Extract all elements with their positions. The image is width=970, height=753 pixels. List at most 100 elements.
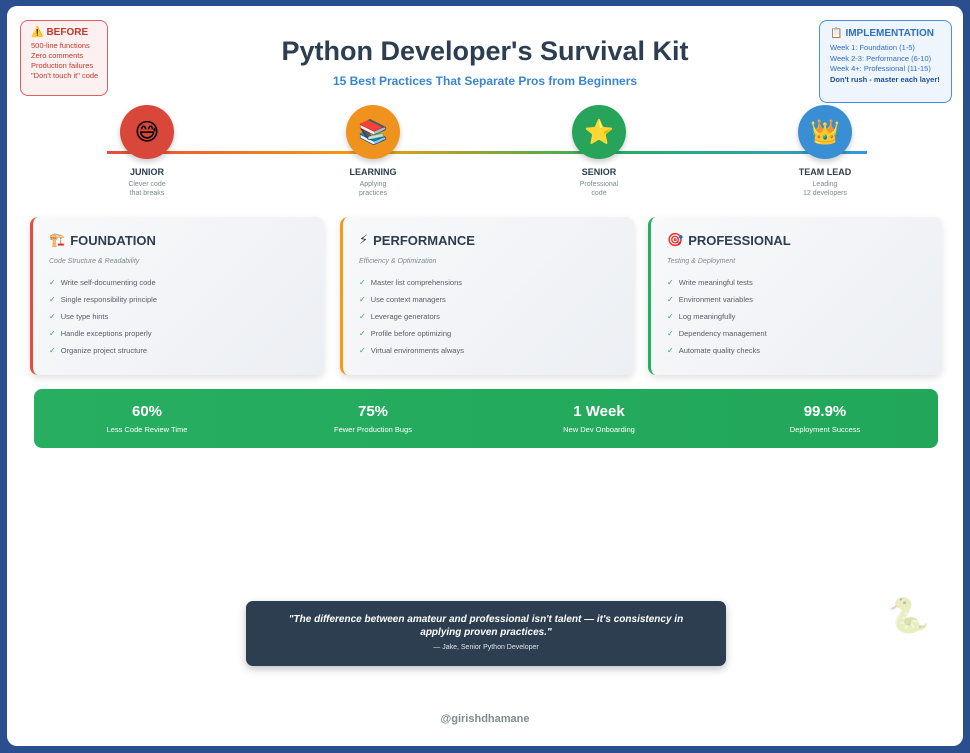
stat-review-time: 60% Less Code Review Time [47,403,247,434]
timeline-stage-senior: ⭐ SENIOR Professional code [539,105,659,198]
practice-text: Environment variables [678,295,753,304]
card-title: PERFORMANCE [373,232,475,248]
practice-text: Write self-documenting code [60,278,156,287]
check-icon: ✓ [667,329,674,338]
check-icon: ✓ [49,295,56,304]
practice-text: Automate quality checks [678,346,760,355]
stat-value: 60% [131,403,163,420]
books-icon: 📚 [358,118,388,146]
card-title: FOUNDATION [70,232,156,248]
sweat-smile-icon: 😅 [134,118,160,146]
list-item: ✓ Log meaningfully [667,308,942,325]
python-snake-icon: 🐍 [887,597,930,635]
check-icon: ✓ [359,278,366,287]
infographic-card: Python Developer's Survival Kit 15 Best … [7,6,963,746]
crown-icon: 👑 [810,118,840,146]
card-subtitle: Code Structure & Readability [49,258,140,265]
implementation-note: Don't rush - master each layer! [830,74,940,84]
list-item: ✓ Use context managers [359,291,634,308]
check-icon: ✓ [49,346,56,355]
senior-circle: ⭐ [572,105,626,159]
list-item: ✓ Write meaningful tests [667,274,942,291]
practice-text: Use type hints [60,312,109,321]
check-icon: ✓ [49,312,56,321]
check-icon: ✓ [359,346,366,355]
practice-text: Write meaningful tests [678,278,753,287]
stage-desc: Professional code [579,181,619,197]
stage-name: JUNIOR [129,167,164,177]
before-item: Production failures [31,61,94,70]
before-item: Zero comments [31,51,84,60]
practice-text: Leverage generators [370,312,440,321]
stage-name: TEAM LEAD [798,167,852,177]
implementation-item: Week 2-3: Performance (6-10) [830,53,932,63]
timeline-stage-learning: 📚 LEARNING Applying practices [313,105,433,198]
stat-label: New Dev Onboarding [563,425,635,434]
timeline-stage-team-lead: 👑 TEAM LEAD Leading 12 developers [765,105,885,198]
implementation-title: IMPLEMENTATION [845,28,934,39]
stat-value: 99.9% [803,403,847,420]
list-item: ✓ Automate quality checks [667,342,942,359]
stage-desc: Leading 12 developers [803,181,847,197]
star-icon: ⭐ [584,118,614,146]
stat-label: Deployment Success [789,425,861,434]
quote-box: "The difference between amateur and prof… [246,601,726,666]
list-item: ✓ Dependency management [667,325,942,342]
stat-label: Less Code Review Time [106,425,188,434]
list-item: ✓ Use type hints [49,308,324,325]
check-icon: ✓ [667,295,674,304]
professional-card: 🎯 PROFESSIONAL Testing & Deployment ✓ Wri… [648,217,942,375]
quote-text: "The difference between amateur and prof… [288,614,684,638]
list-item: ✓ Master list comprehensions [359,274,634,291]
stage-desc: Applying practices [358,181,387,197]
list-item: ✓ Handle exceptions properly [49,325,324,342]
timeline-stage-junior: 😅 JUNIOR Clever code that breaks [87,105,207,198]
practice-list: ✓ Write meaningful tests ✓ Environment var… [667,274,942,359]
list-item: ✓ Virtual environments always [359,342,634,359]
practice-list: ✓ Master list comprehensions ✓ Use context… [359,274,634,359]
lightning-icon: ⚡ [359,232,369,247]
author-handle: @girishdhamane [440,713,530,725]
check-icon: ✓ [667,312,674,321]
stat-label: Fewer Production Bugs [334,425,412,434]
check-icon: ✓ [359,312,366,321]
list-item: ✓ Leverage generators [359,308,634,325]
junior-circle: 😅 [120,105,174,159]
construction-icon: 🏗️ [49,232,66,247]
stat-onboarding: 1 Week New Dev Onboarding [499,403,699,434]
list-item: ✓ Profile before optimizing [359,325,634,342]
check-icon: ✓ [359,329,366,338]
learning-circle: 📚 [346,105,400,159]
timeline-line [107,151,867,154]
stat-value: 75% [357,403,389,420]
target-icon: 🎯 [667,232,684,247]
check-icon: ✓ [667,278,674,287]
stats-bar: 60% Less Code Review Time 75% Fewer Prod… [34,389,938,448]
practice-text: Master list comprehensions [370,278,462,287]
before-box: ⚠️ BEFORE 500-line functions Zero commen… [20,20,108,96]
check-icon: ✓ [49,329,56,338]
practice-text: Single responsibility principle [60,295,158,304]
implementation-item: Week 4+: Professional (11-15) [830,64,931,73]
practice-text: Log meaningfully [678,312,736,321]
check-icon: ✓ [359,295,366,304]
list-item: ✓ Write self-documenting code [49,274,324,291]
clipboard-icon: 📋 [830,28,843,39]
list-item: ✓ Organize project structure [49,342,324,359]
practice-list: ✓ Write self-documenting code ✓ Single res… [49,274,324,359]
practice-text: Profile before optimizing [370,329,452,338]
check-icon: ✓ [667,346,674,355]
practice-text: Use context managers [370,295,446,304]
quote-author: — Jake, Senior Python Developer [433,644,539,651]
practice-text: Virtual environments always [370,346,464,355]
card-title: PROFESSIONAL [688,232,791,248]
list-item: ✓ Single responsibility principle [49,291,324,308]
practice-text: Handle exceptions properly [60,329,152,338]
practice-text: Organize project structure [60,346,147,355]
team-lead-circle: 👑 [798,105,852,159]
implementation-box: 📋 IMPLEMENTATION Week 1: Foundation (1-5… [819,20,952,103]
implementation-item: Week 1: Foundation (1-5) [830,43,915,52]
before-item: "Don't touch it" code [31,71,99,80]
card-subtitle: Efficiency & Optimization [359,258,437,265]
stage-desc: Clever code that breaks [128,181,166,197]
